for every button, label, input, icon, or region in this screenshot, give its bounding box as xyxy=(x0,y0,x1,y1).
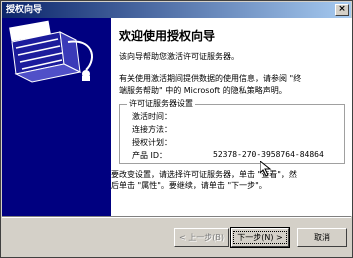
mouse-cursor-icon xyxy=(260,161,272,177)
connection-method-label: 连接方法： xyxy=(132,125,172,134)
next-button[interactable]: 下一步(N) > xyxy=(230,227,290,248)
close-icon: × xyxy=(338,4,346,14)
next-button-label: 下一步(N) > xyxy=(233,231,287,244)
close-button[interactable]: × xyxy=(335,4,349,16)
instructions-text: 要改变设置，请选择许可证服务器，单击 "查看"，然 后单击 "属性"。要继续，请… xyxy=(111,169,351,191)
wizard-window: 授权向导 × 欢迎使用授权向导 该向导帮助您激活许可证服务器。 有关使用激活期间… xyxy=(0,0,353,258)
privacy-info-line-2: 端服务帮助" 中的 Microsoft 的隐私策略声明。 xyxy=(119,86,287,95)
license-server-settings-group: 许可证服务器设置 激活时间： 连接方法： 授权计划： 产品 ID： 52378-… xyxy=(119,99,345,164)
back-button[interactable]: < 上一步(B) xyxy=(174,228,229,247)
group-title: 许可证服务器设置 xyxy=(127,99,195,109)
privacy-info: 有关使用激活期间提供数据的使用信息，请参阅 "终 端服务帮助" 中的 Micro… xyxy=(119,73,347,97)
wizard-content: 欢迎使用授权向导 该向导帮助您激活许可证服务器。 有关使用激活期间提供数据的使用… xyxy=(111,18,352,216)
product-id-value: 52378-270-3958764-84864 xyxy=(213,150,324,159)
wizard-illustration-icon xyxy=(2,18,111,216)
wizard-side-panel xyxy=(2,18,111,216)
privacy-info-line-1: 有关使用激活期间提供数据的使用信息，请参阅 "终 xyxy=(119,74,302,83)
title-bar[interactable]: 授权向导 × xyxy=(2,2,351,18)
cancel-button-label: 取消 xyxy=(314,233,330,242)
instructions-line-2: 后单击 "属性"。要继续，请单击 "下一步"。 xyxy=(111,181,267,190)
intro-text: 该向导帮助您激活许可证服务器。 xyxy=(119,52,239,61)
license-program-label: 授权计划： xyxy=(132,138,172,147)
instructions-line-1: 要改变设置，请选择许可证服务器，单击 "查看"，然 xyxy=(111,170,297,179)
window-title: 授权向导 xyxy=(6,5,43,15)
page-title: 欢迎使用授权向导 xyxy=(119,29,216,43)
product-id-label: 产品 ID： xyxy=(132,151,168,160)
activation-time-label: 激活时间： xyxy=(132,112,172,121)
back-button-label: < 上一步(B) xyxy=(179,233,224,242)
button-divider xyxy=(2,216,351,218)
cancel-button[interactable]: 取消 xyxy=(297,228,347,247)
